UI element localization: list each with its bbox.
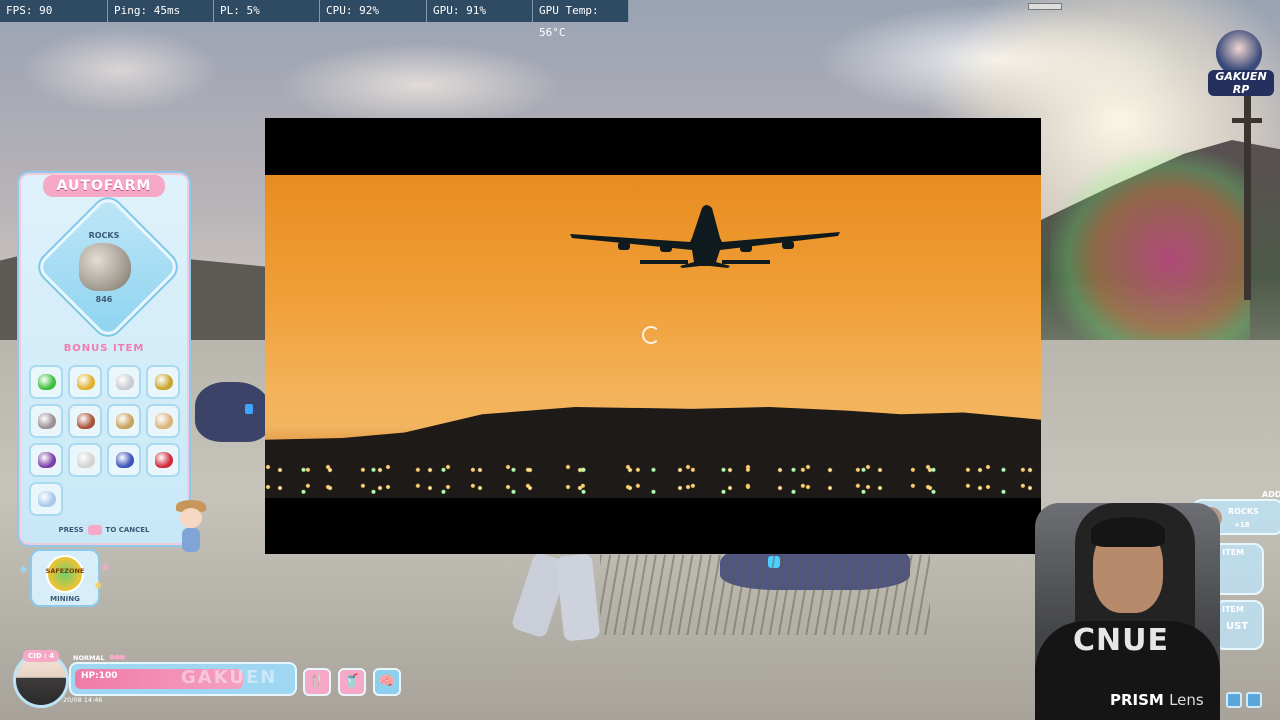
server-logo: GAKUEN RP	[1208, 30, 1274, 96]
gold-icon	[77, 374, 95, 390]
date-time: 20/08 14:46	[63, 696, 103, 704]
bonus-item-grid	[29, 365, 180, 516]
cancel-hint: PRESS TO CANCEL	[19, 525, 189, 535]
chibi-head	[180, 508, 202, 528]
fps-stat: FPS: 90	[0, 0, 108, 22]
safezone-indicator: SAFEZONE MINING	[30, 549, 100, 607]
bonus-item-slot	[68, 443, 102, 477]
copper-icon	[77, 413, 95, 429]
fork-knife-icon: 🍴	[308, 674, 326, 689]
silver-icon	[116, 374, 134, 390]
bonus-item-slot	[29, 482, 63, 516]
bonus-item-slot	[68, 404, 102, 438]
quartz-icon	[77, 452, 95, 468]
bonus-item-slot	[107, 404, 141, 438]
cancel-prefix: PRESS	[58, 526, 84, 534]
iron-ore-icon	[38, 413, 56, 429]
resource-count: 846	[95, 295, 113, 304]
activity-status: MINING	[50, 595, 80, 603]
gpu-stat: GPU: 91%	[427, 0, 533, 22]
add-label: ADD	[1262, 490, 1280, 499]
bonus-item-slot	[146, 365, 180, 399]
player-status-hud: GAKUEN HP:100 CID : 4 NORMAL ●●● 20/08 1…	[11, 648, 301, 708]
shirt-text: CNUE	[1073, 623, 1169, 658]
player-leg-right	[555, 553, 601, 642]
streamer-hair	[1091, 517, 1165, 547]
overlay-button-left[interactable]	[1226, 692, 1242, 708]
hud-watermark: GAKUEN	[181, 667, 278, 688]
city-lights	[265, 461, 1041, 498]
sandstone-icon	[155, 413, 173, 429]
autofarm-panel: AUTOFARM ROCKS 846 BONUS ITEM PRESS TO CA…	[17, 171, 191, 547]
bonus-item-slot	[68, 365, 102, 399]
overlay-button-right[interactable]	[1246, 692, 1262, 708]
streamer-webcam: CNUE PRISM Lens	[1035, 503, 1220, 720]
bonus-item-slot	[146, 443, 180, 477]
bonus-item-slot	[107, 443, 141, 477]
video-player[interactable]	[265, 118, 1041, 554]
sulfur-icon	[116, 413, 134, 429]
rock-icon	[79, 243, 131, 291]
logo-text: GAKUEN RP	[1208, 70, 1274, 96]
amethyst-icon	[38, 452, 56, 468]
brain-icon: 🧠	[378, 674, 396, 689]
player-character	[510, 551, 612, 645]
performance-stats-bar: FPS: 90 Ping: 45ms PL: 5% CPU: 92% GPU: …	[0, 0, 629, 39]
ruby-icon	[155, 452, 173, 468]
item-label: ITEM	[1222, 605, 1244, 614]
item-notification: ITEM UST	[1214, 600, 1264, 650]
loading-spinner-icon	[642, 326, 660, 344]
chibi-body	[182, 528, 200, 552]
bonus-item-slot	[29, 443, 63, 477]
packet-loss-stat: PL: 5%	[214, 0, 320, 22]
cpu-stat: CPU: 92%	[320, 0, 427, 22]
player-status-label: NORMAL	[73, 654, 105, 662]
brain-button[interactable]: 🧠	[373, 668, 401, 696]
cup-icon: 🥤	[343, 674, 361, 689]
gpu-temp-stat: GPU Temp: 56°C	[533, 0, 629, 39]
gold-nugget-icon	[155, 374, 173, 390]
health-value: HP:100	[81, 671, 118, 681]
rocks-notification-label: ROCKS	[1228, 507, 1259, 516]
item-sub-label: UST	[1226, 621, 1249, 632]
utility-pole-crossbar	[1232, 118, 1262, 123]
diamond-icon	[38, 491, 56, 507]
sun-lens-flare	[1050, 150, 1250, 370]
sapphire-icon	[116, 452, 134, 468]
emerald-icon	[38, 374, 56, 390]
compass-indicator	[1028, 3, 1062, 10]
chibi-miner-icon	[170, 500, 210, 556]
resource-label: ROCKS	[88, 231, 120, 240]
food-drink-button[interactable]: 🍴	[303, 668, 331, 696]
star-icon: ★	[93, 578, 104, 592]
health-bar: GAKUEN HP:100	[69, 662, 297, 696]
ping-stat: Ping: 45ms	[108, 0, 214, 22]
camera-brand: PRISM	[1110, 691, 1164, 709]
camera-brand-suffix: Lens	[1169, 691, 1204, 709]
drink-button[interactable]: 🥤	[338, 668, 366, 696]
safezone-badge-text: SAFEZONE	[45, 567, 85, 575]
cancel-suffix: TO CANCEL	[105, 526, 150, 534]
dry-grass	[600, 555, 930, 635]
bonus-item-slot	[107, 365, 141, 399]
citizen-id-badge: CID : 4	[23, 650, 60, 662]
star-icon: ★	[100, 560, 111, 574]
cancel-key-icon	[87, 525, 102, 535]
autofarm-title: AUTOFARM	[43, 175, 165, 197]
bonus-item-slot	[146, 404, 180, 438]
status-dots: ●●●	[109, 653, 125, 661]
star-icon: ★	[18, 562, 29, 576]
bonus-item-title: BONUS ITEM	[63, 343, 145, 354]
mining-rock-left[interactable]	[195, 382, 270, 442]
airplane-icon	[570, 205, 840, 268]
bonus-item-slot	[29, 365, 63, 399]
camera-brand-watermark: PRISM Lens	[1110, 691, 1204, 709]
rocks-notification-count: +18	[1234, 521, 1250, 529]
bonus-item-slot	[29, 404, 63, 438]
